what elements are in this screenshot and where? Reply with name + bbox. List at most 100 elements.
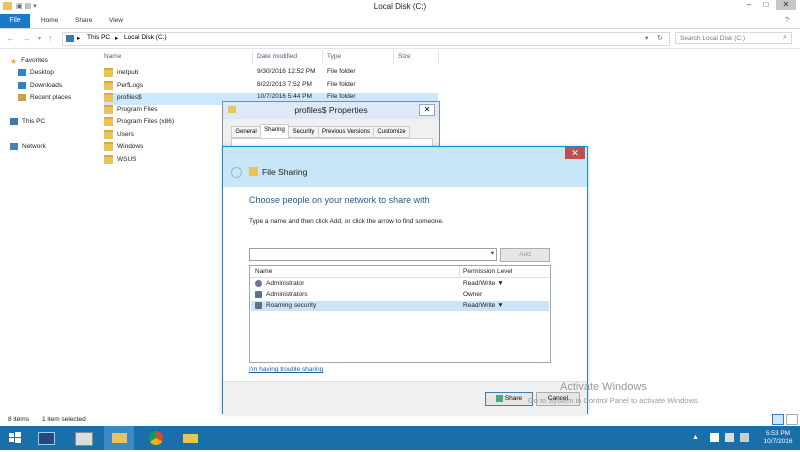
add-button[interactable]: Add <box>500 248 550 262</box>
column-header-permission[interactable]: Permission Level <box>463 268 513 275</box>
column-header-size[interactable]: Size <box>398 53 411 60</box>
help-link[interactable]: I'm having trouble sharing <box>249 366 323 373</box>
address-bar-row: ← → ▾ ↑ ▸ This PC ▸ Local Disk (C:) ▾ ↻ … <box>0 30 800 49</box>
clock[interactable]: 5:53 PM 10/7/2016 <box>758 430 798 446</box>
details-view-icon[interactable] <box>772 414 784 425</box>
up-icon[interactable]: ↑ <box>48 33 53 43</box>
column-header-name[interactable]: Name <box>255 268 272 275</box>
tab-customize[interactable]: Customize <box>373 126 410 138</box>
volume-icon[interactable] <box>740 433 749 442</box>
title-bar: ▣ ▤ ▾ Local Disk (C:) – □ ✕ <box>0 0 800 14</box>
clock-time: 5:53 PM <box>765 430 791 437</box>
start-button[interactable] <box>0 426 30 450</box>
nav-recent-places[interactable]: Recent places <box>18 94 71 101</box>
tab-home[interactable]: Home <box>41 17 58 24</box>
breadcrumb-arrow-icon: ▸ <box>77 35 81 42</box>
activation-watermark-text: Go to System in Control Panel to activat… <box>528 396 700 405</box>
column-divider[interactable] <box>322 50 323 64</box>
tab-general[interactable]: General <box>231 126 261 138</box>
group-icon <box>255 291 262 298</box>
column-header-date[interactable]: Date modified <box>257 53 297 60</box>
file-explorer-taskbar-button[interactable] <box>104 426 134 450</box>
tab-share[interactable]: Share <box>75 17 92 24</box>
folder-icon <box>104 105 113 114</box>
dropdown-icon[interactable]: ▾ <box>645 34 648 42</box>
nav-downloads[interactable]: Downloads <box>18 82 62 89</box>
maximize-icon[interactable]: □ <box>759 0 773 10</box>
status-bar: 8 items 1 item selected <box>0 412 800 426</box>
table-row[interactable]: WSUS <box>104 155 214 167</box>
show-hidden-icons[interactable]: ▲ <box>692 434 699 441</box>
name-combobox[interactable]: ▾ <box>249 248 497 261</box>
table-row[interactable]: inetpub 9/30/2016 12:52 PM File folder <box>104 68 438 80</box>
history-chevron-icon[interactable]: ▾ <box>38 35 41 42</box>
folder-icon <box>104 142 113 151</box>
breadcrumb-this-pc[interactable]: This PC <box>87 34 110 41</box>
tab-view[interactable]: View <box>109 17 123 24</box>
search-input[interactable]: Search Local Disk (C:) <box>675 32 792 44</box>
nav-favorites[interactable]: ★ Favorites <box>10 57 48 66</box>
column-divider[interactable] <box>252 50 253 64</box>
downloads-icon <box>18 82 26 89</box>
list-item-selected[interactable]: Roaming security Read/Write ▼ <box>251 301 549 311</box>
back-icon[interactable] <box>231 167 242 178</box>
permissions-list: Name Permission Level Administrator Read… <box>249 265 551 363</box>
nav-this-pc[interactable]: This PC <box>10 118 45 125</box>
close-icon[interactable]: ✕ <box>776 0 796 10</box>
navigation-pane: ★ Favorites Desktop Downloads Recent plac… <box>0 49 98 412</box>
large-icons-view-icon[interactable] <box>786 414 798 425</box>
column-header-type[interactable]: Type <box>327 53 341 60</box>
column-divider[interactable] <box>438 50 439 64</box>
refresh-icon[interactable]: ↻ <box>657 34 663 42</box>
nav-network[interactable]: Network <box>10 143 46 150</box>
tab-security[interactable]: Security <box>288 126 319 138</box>
tab-file[interactable]: File <box>0 14 30 28</box>
flag-icon[interactable] <box>710 433 719 442</box>
windows-logo-icon <box>9 432 21 443</box>
close-icon[interactable]: ✕ <box>419 104 435 116</box>
network-status-icon[interactable] <box>725 433 734 442</box>
help-icon[interactable]: ? <box>785 17 789 24</box>
forward-icon[interactable]: → <box>22 33 31 43</box>
user-icon <box>255 280 262 287</box>
server-manager-icon[interactable] <box>30 426 60 450</box>
powershell-icon[interactable] <box>68 426 98 450</box>
search-icon: ⌕ <box>783 34 787 41</box>
table-row[interactable]: Users <box>104 130 214 142</box>
address-input[interactable]: ▸ This PC ▸ Local Disk (C:) ▾ ↻ <box>62 32 670 46</box>
list-item[interactable]: Administrators Owner <box>251 290 549 300</box>
item-count: 8 items <box>8 416 29 423</box>
nav-desktop[interactable]: Desktop <box>18 69 54 76</box>
column-header-name[interactable]: Name <box>104 53 121 60</box>
tab-previous-versions[interactable]: Previous Versions <box>318 126 374 138</box>
network-icon <box>10 143 18 150</box>
minimize-icon[interactable]: – <box>742 0 756 10</box>
table-row[interactable]: Program Files <box>104 105 214 117</box>
breadcrumb-arrow-icon: ▸ <box>115 35 119 42</box>
breadcrumb-local-disk[interactable]: Local Disk (C:) <box>124 34 167 41</box>
list-item[interactable]: Administrator Read/Write ▼ <box>251 279 549 289</box>
shield-icon <box>495 394 503 402</box>
activation-watermark-title: Activate Windows <box>560 381 647 393</box>
folder-icon <box>104 155 113 164</box>
clock-date: 10/7/2016 <box>763 438 793 445</box>
ribbon: File Home Share View ? <box>0 14 800 29</box>
share-button[interactable]: Share <box>485 392 533 406</box>
folder-share-icon[interactable] <box>175 426 205 450</box>
tab-sharing[interactable]: Sharing <box>260 124 289 138</box>
chrome-icon[interactable] <box>141 426 171 450</box>
table-row[interactable]: PerfLogs 8/22/2013 7:52 PM File folder <box>104 81 438 93</box>
table-row[interactable]: Program Files (x86) <box>104 117 214 129</box>
column-divider[interactable] <box>393 50 394 64</box>
properties-title-bar: profiles$ Properties ✕ <box>223 102 439 119</box>
permission-dropdown[interactable]: Read/Write ▼ <box>463 280 504 287</box>
column-divider[interactable] <box>459 266 460 277</box>
chevron-down-icon[interactable]: ▾ <box>491 249 494 257</box>
permission-dropdown[interactable]: Read/Write ▼ <box>463 302 504 309</box>
folder-icon <box>104 117 113 126</box>
computer-icon <box>10 118 18 125</box>
back-icon[interactable]: ← <box>6 33 15 43</box>
table-row[interactable]: Windows <box>104 142 214 154</box>
close-icon[interactable]: ✕ <box>565 147 585 159</box>
computer-icon <box>66 35 74 42</box>
